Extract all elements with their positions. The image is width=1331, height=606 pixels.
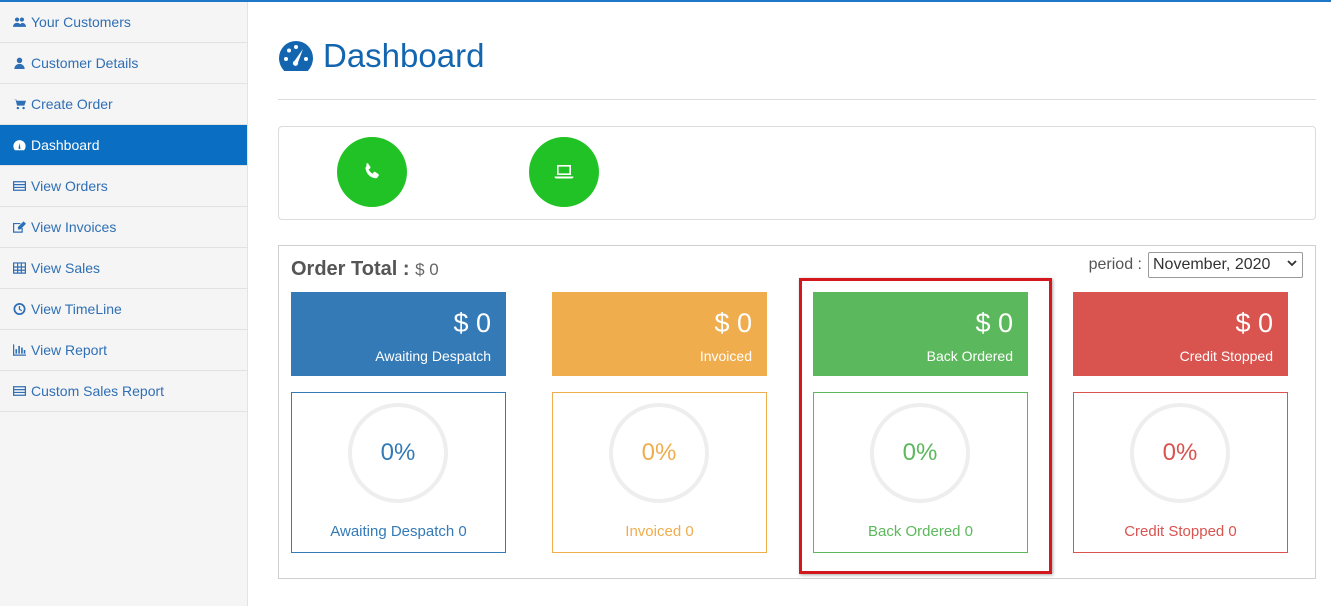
sidebar-item-your-customers[interactable]: Your Customers xyxy=(0,2,247,43)
order-total-value: $ 0 xyxy=(415,260,439,279)
sidebar-item-view-orders[interactable]: View Orders xyxy=(0,166,247,207)
list-icon xyxy=(12,180,27,193)
card-label: Back Ordered xyxy=(926,348,1013,364)
phone-button[interactable] xyxy=(337,137,407,207)
sidebar-item-label: Create Order xyxy=(31,96,113,112)
count-label: Invoiced 0 xyxy=(625,523,694,540)
dashboard-icon xyxy=(279,40,313,71)
page-title: Dashboard xyxy=(323,36,485,74)
percent-ring: 0% xyxy=(609,403,709,503)
card-label: Invoiced xyxy=(699,348,752,364)
sidebar-item-label: Dashboard xyxy=(31,137,100,153)
card-label: Awaiting Despatch xyxy=(375,348,491,364)
period-selector: period : November, 2020 xyxy=(1089,252,1303,278)
sidebar-item-label: View Sales xyxy=(31,260,101,276)
awaiting-despatch-stats: 0% Awaiting Despatch 0 xyxy=(291,392,506,553)
percent-value: 0% xyxy=(380,439,416,466)
sidebar-item-label: View Invoices xyxy=(31,219,117,235)
edit-icon xyxy=(12,221,27,234)
back-ordered-card[interactable]: $ 0 Back Ordered xyxy=(813,292,1028,376)
sidebar-item-label: View TimeLine xyxy=(31,301,122,317)
credit-stopped-card[interactable]: $ 0 Credit Stopped xyxy=(1073,292,1288,376)
sidebar-item-label: Custom Sales Report xyxy=(31,383,165,399)
phone-icon xyxy=(365,163,379,179)
main-content: Dashboard Order Total : $ 0 period : Nov… xyxy=(278,2,1316,579)
sidebar-item-label: View Report xyxy=(31,342,108,358)
sidebar-item-view-timeline[interactable]: View TimeLine xyxy=(0,289,247,330)
cart-icon xyxy=(12,98,27,111)
dashboard-icon xyxy=(12,139,27,152)
page-header: Dashboard xyxy=(278,2,1316,100)
quick-actions-bar xyxy=(278,126,1316,220)
sidebar-item-label: Customer Details xyxy=(31,55,139,71)
sidebar-item-label: View Orders xyxy=(31,178,108,194)
user-icon xyxy=(12,57,27,70)
sidebar-item-customer-details[interactable]: Customer Details xyxy=(0,43,247,84)
count-label: Awaiting Despatch 0 xyxy=(330,523,467,540)
period-select[interactable]: November, 2020 xyxy=(1148,252,1303,278)
credit-stopped-stats: 0% Credit Stopped 0 xyxy=(1073,392,1288,553)
percent-ring: 0% xyxy=(1130,403,1230,503)
users-icon xyxy=(12,16,27,29)
percent-value: 0% xyxy=(641,439,677,466)
awaiting-despatch-card[interactable]: $ 0 Awaiting Despatch xyxy=(291,292,506,376)
sidebar-item-label: Your Customers xyxy=(31,14,131,30)
invoiced-card[interactable]: $ 0 Invoiced xyxy=(552,292,767,376)
order-total-label: Order Total : xyxy=(291,258,410,280)
count-label: Back Ordered 0 xyxy=(867,523,974,540)
card-amount: $ 0 xyxy=(975,308,1013,338)
period-select-value: November, 2020 xyxy=(1153,256,1271,273)
sidebar-item-view-sales[interactable]: View Sales xyxy=(0,248,247,289)
table-icon xyxy=(12,262,27,275)
order-total: Order Total : $ 0 xyxy=(291,258,439,281)
percent-ring: 0% xyxy=(870,403,970,503)
sidebar-item-view-invoices[interactable]: View Invoices xyxy=(0,207,247,248)
percent-ring: 0% xyxy=(348,403,448,503)
laptop-icon xyxy=(554,165,574,179)
percent-value: 0% xyxy=(902,439,938,466)
percent-value: 0% xyxy=(1162,439,1198,466)
count-label: Credit Stopped 0 xyxy=(1124,523,1237,540)
period-label: period : xyxy=(1088,256,1142,273)
card-amount: $ 0 xyxy=(714,308,752,338)
chevron-down-icon xyxy=(1287,260,1297,267)
bar-chart-icon xyxy=(12,344,27,357)
sidebar-item-custom-sales-report[interactable]: Custom Sales Report xyxy=(0,371,247,412)
card-amount: $ 0 xyxy=(1235,308,1273,338)
card-amount: $ 0 xyxy=(453,308,491,338)
sidebar: Your Customers Customer Details Create O… xyxy=(0,2,248,606)
invoiced-stats: 0% Invoiced 0 xyxy=(552,392,767,553)
clock-icon xyxy=(12,303,27,316)
laptop-button[interactable] xyxy=(529,137,599,207)
sidebar-item-dashboard[interactable]: Dashboard xyxy=(0,125,247,166)
sidebar-item-create-order[interactable]: Create Order xyxy=(0,84,247,125)
sidebar-item-view-report[interactable]: View Report xyxy=(0,330,247,371)
card-label: Credit Stopped xyxy=(1179,348,1273,364)
back-ordered-stats: 0% Back Ordered 0 xyxy=(813,392,1028,553)
order-total-panel: Order Total : $ 0 period : November, 202… xyxy=(278,245,1316,579)
list-icon xyxy=(12,385,27,398)
